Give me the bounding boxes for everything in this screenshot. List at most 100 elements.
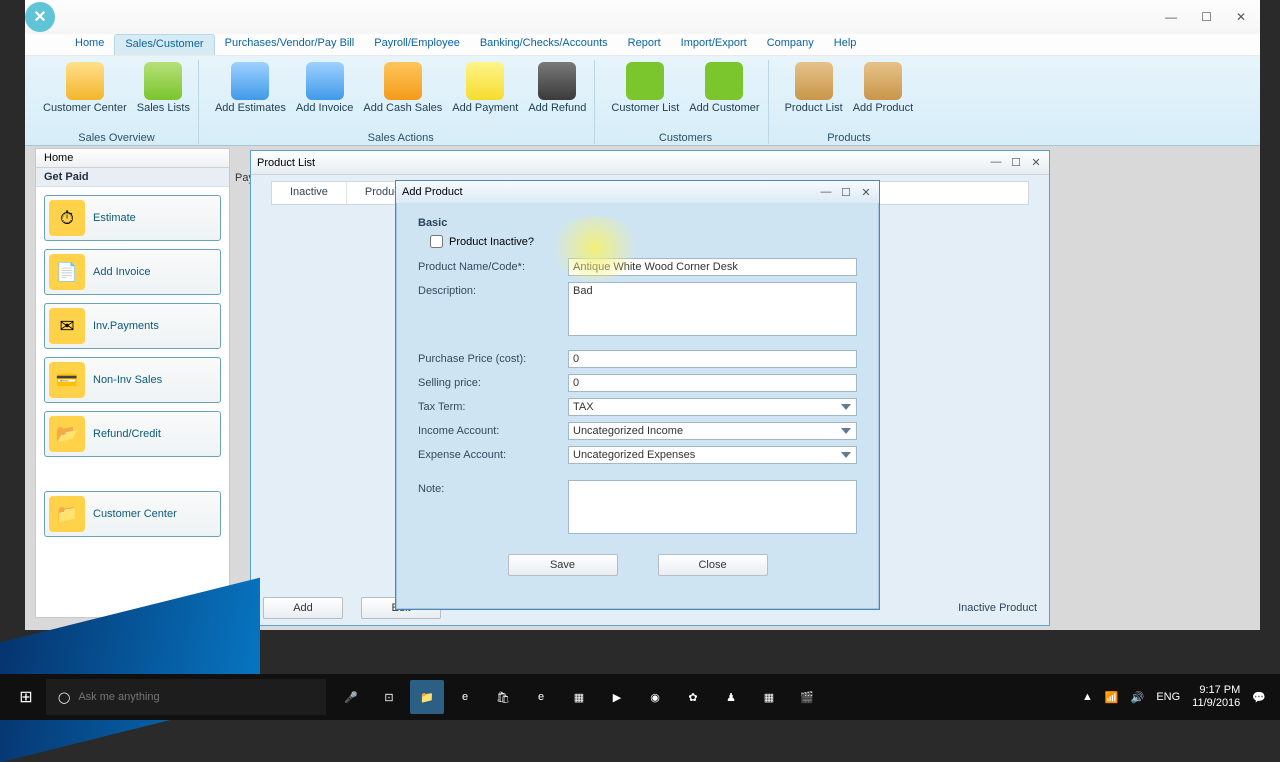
note-input[interactable] [568,480,857,534]
ribbon-group-label: Sales Actions [368,132,434,144]
ribbon-add-estimates[interactable]: Add Estimates [213,60,288,116]
menu-sales-customer[interactable]: Sales/Customer [114,34,214,55]
ribbon-label: Sales Lists [137,102,190,114]
menu-help[interactable]: Help [824,34,867,55]
ribbon-label: Customer List [611,102,679,114]
expense-account-select[interactable]: Uncategorized Expenses [568,446,857,464]
col-inactive[interactable]: Inactive [272,182,347,204]
side-refund-credit[interactable]: 📂Refund/Credit [44,411,221,457]
dlg-maximize[interactable]: ☐ [839,186,853,199]
tax-term-select[interactable]: TAX [568,398,857,416]
ribbon-add-product[interactable]: Add Product [851,60,916,116]
add-button[interactable]: Add [263,597,343,619]
app-icon-3[interactable]: ♟ [714,680,748,714]
folder-icon [66,62,104,100]
ie-icon[interactable]: e [524,680,558,714]
media-icon[interactable]: ▶ [600,680,634,714]
pl-close[interactable]: ✕ [1029,156,1043,169]
dlg-minimize[interactable]: — [819,186,833,199]
cortana-icon: ◯ [58,691,70,704]
taskbar-search[interactable]: ◯ [46,679,326,715]
ribbon-label: Add Estimates [215,102,286,114]
ribbon-group-label: Products [827,132,870,144]
blue-icon [231,62,269,100]
save-button[interactable]: Save [508,554,618,576]
search-input[interactable] [78,691,278,703]
purchase-price-input[interactable] [568,350,857,368]
edge-icon[interactable]: e [448,680,482,714]
app-icon-2[interactable]: ✿ [676,680,710,714]
basic-heading: Basic [418,217,857,229]
pl-maximize[interactable]: ☐ [1009,156,1023,169]
menu-report[interactable]: Report [618,34,671,55]
network-icon[interactable]: 📶 [1105,691,1119,704]
income-account-select[interactable]: Uncategorized Income [568,422,857,440]
dark-icon [538,62,576,100]
side-icon: 📂 [49,416,85,452]
app-icon-4[interactable]: ▦ [752,680,786,714]
mic-icon[interactable]: 🎤 [334,680,368,714]
ribbon-sales-lists[interactable]: Sales Lists [135,60,192,116]
ribbon-label: Add Invoice [296,102,353,114]
taskbar: ⊞ ◯ 🎤 ⊡ 📁 e 🛍 e ▦ ▶ ◉ ✿ ♟ ▦ 🎬 ▲ 📶 🔊 ENG … [0,674,1280,720]
product-name-input[interactable] [568,258,857,276]
store-icon[interactable]: 🛍 [486,680,520,714]
menu-banking-checks-accounts[interactable]: Banking/Checks/Accounts [470,34,618,55]
menu-payroll-employee[interactable]: Payroll/Employee [364,34,470,55]
product-inactive-checkbox[interactable] [430,235,443,248]
menu-company[interactable]: Company [757,34,824,55]
home-panel: Home Get Paid ⏱Estimate📄Add Invoice✉Inv.… [35,148,230,618]
minimize-button[interactable]: — [1165,10,1177,24]
dialog-title: Add Product [402,186,463,198]
box-icon [795,62,833,100]
ribbon-customer-center[interactable]: Customer Center [41,60,129,116]
selling-price-input[interactable] [568,374,857,392]
explorer-icon[interactable]: 📁 [410,680,444,714]
start-button[interactable]: ⊞ [6,677,46,717]
ribbon-group-label: Customers [659,132,712,144]
side-label: Estimate [93,212,136,224]
side-inv-payments[interactable]: ✉Inv.Payments [44,303,221,349]
customer-center-button[interactable]: 📁 Customer Center [44,491,221,537]
ribbon-add-refund[interactable]: Add Refund [526,60,588,116]
maximize-button[interactable]: ☐ [1201,10,1212,24]
side-icon: ✉ [49,308,85,344]
taskview-icon[interactable]: ⊡ [372,680,406,714]
tray-up-icon[interactable]: ▲ [1082,691,1093,703]
clock[interactable]: 9:17 PM 11/9/2016 [1192,684,1240,710]
volume-icon[interactable]: 🔊 [1131,691,1145,704]
ribbon-product-list[interactable]: Product List [783,60,845,116]
app-icon-1[interactable]: ▦ [562,680,596,714]
close-button[interactable]: Close [658,554,768,576]
side-estimate[interactable]: ⏱Estimate [44,195,221,241]
side-icon: 💳 [49,362,85,398]
pl-minimize[interactable]: — [989,156,1003,169]
ribbon-add-cash-sales[interactable]: Add Cash Sales [361,60,444,116]
menu-home[interactable]: Home [65,34,114,55]
yellow-icon [466,62,504,100]
side-add-invoice[interactable]: 📄Add Invoice [44,249,221,295]
ribbon-add-payment[interactable]: Add Payment [450,60,520,116]
add-product-dialog: Add Product — ☐ ✕ Basic Product Inactive… [395,180,880,610]
language-indicator[interactable]: ENG [1156,691,1180,703]
ribbon-add-customer[interactable]: Add Customer [687,60,761,116]
ribbon-customer-list[interactable]: Customer List [609,60,681,116]
side-non-inv-sales[interactable]: 💳Non-Inv Sales [44,357,221,403]
purchase-price-label: Purchase Price (cost): [418,350,568,365]
ribbon-add-invoice[interactable]: Add Invoice [294,60,355,116]
close-button[interactable]: ✕ [1236,10,1246,24]
side-label: Add Invoice [93,266,150,278]
description-input[interactable]: Bad [568,282,857,336]
dlg-close[interactable]: ✕ [859,186,873,199]
taskbar-apps: 🎤 ⊡ 📁 e 🛍 e ▦ ▶ ◉ ✿ ♟ ▦ 🎬 [334,680,824,714]
menu-import-export[interactable]: Import/Export [671,34,757,55]
description-label: Description: [418,282,568,297]
app-icon-5[interactable]: 🎬 [790,680,824,714]
ribbon-label: Add Product [853,102,914,114]
app-logo: ✕ [25,2,55,32]
chrome-icon[interactable]: ◉ [638,680,672,714]
tax-term-label: Tax Term: [418,398,568,413]
notifications-icon[interactable]: 💬 [1252,691,1266,704]
menu-purchases-vendor-pay-bill[interactable]: Purchases/Vendor/Pay Bill [215,34,365,55]
titlebar: ✕ — ☐ ✕ [25,0,1260,34]
